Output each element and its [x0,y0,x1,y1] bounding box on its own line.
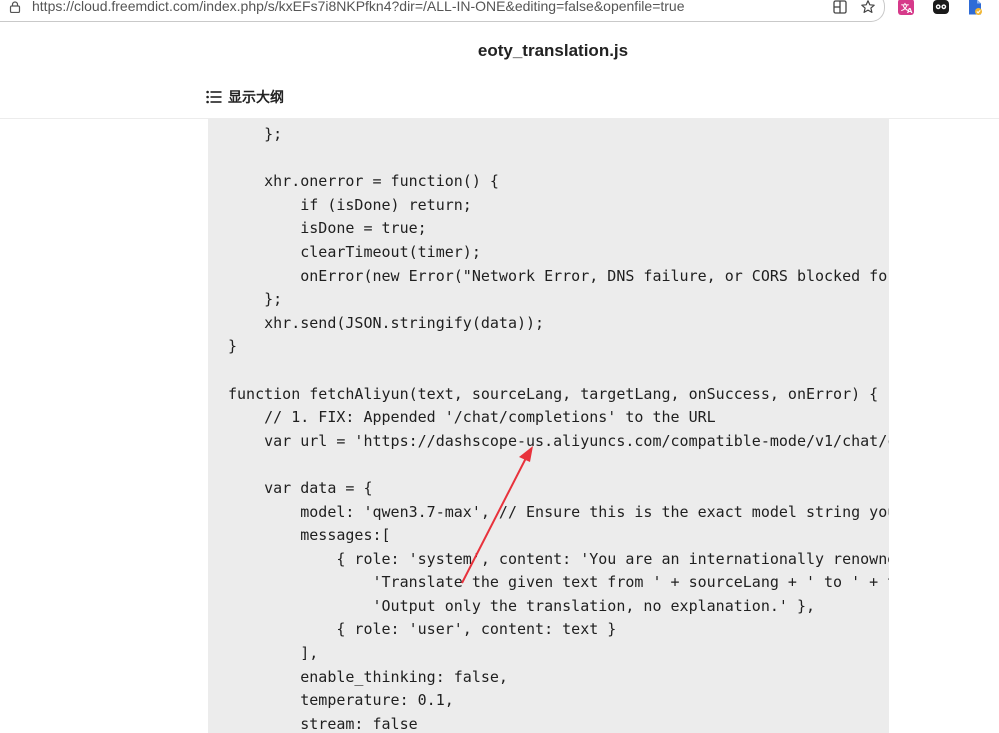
code-line: function fetchAliyun(text, sourceLang, t… [228,384,879,403]
lock-icon[interactable] [9,1,21,13]
code-line: temperature: 0.1, [228,691,454,710]
code-line: if (isDone) return; [228,195,472,214]
code-line: }; [228,125,283,143]
code-line: { role: 'system', content: 'You are an i… [228,549,889,568]
bookmark-extension-icon[interactable] [966,0,984,16]
browser-address-bar: https://cloud.freemdict.com/index.php/s/… [0,0,999,24]
page-header: eoty_translation.js 显示大纲 [0,24,999,119]
outline-label: 显示大纲 [228,89,284,105]
split-view-icon[interactable] [832,0,848,15]
file-title: eoty_translation.js [477,41,629,60]
code-line: 'Translate the given text from ' + sourc… [228,573,889,592]
code-line: clearTimeout(timer); [228,242,481,261]
code-line: enable_thinking: false, [228,667,508,686]
list-icon [206,90,222,104]
code-line: var data = { [228,478,373,497]
code-line: var url = 'https://dashscope-us.aliyuncs… [228,431,889,450]
code-line: xhr.onerror = function() { [228,172,499,191]
code-line: { role: 'user', content: text } [228,620,617,639]
svg-text:A: A [907,7,913,15]
code-line: messages:[ [228,526,391,545]
code-line: isDone = true; [228,219,427,238]
code-line: }; [228,290,283,309]
code-block: }; xhr.onerror = function() { if (isDone… [228,123,889,733]
ghost-extension-icon[interactable] [932,0,950,16]
url-text[interactable]: https://cloud.freemdict.com/index.php/s/… [32,0,685,14]
code-line: model: 'qwen3.7-max', // Ensure this is … [228,502,889,521]
code-line: onError(new Error("Network Error, DNS fa… [228,266,888,285]
code-line: ], [228,644,319,663]
code-line: stream: false [228,714,418,733]
code-line: 'Output only the translation, no explana… [228,596,815,615]
code-viewer[interactable]: }; xhr.onerror = function() { if (isDone… [208,119,889,733]
show-outline-button[interactable]: 显示大纲 [206,87,284,107]
code-line: // 1. FIX: Appended '/chat/completions' … [228,408,716,427]
code-line: xhr.send(JSON.stringify(data)); [228,313,545,332]
code-line: } [228,337,238,356]
translate-extension-icon[interactable]: 文 A [897,0,915,16]
favorite-star-icon[interactable] [860,0,876,15]
